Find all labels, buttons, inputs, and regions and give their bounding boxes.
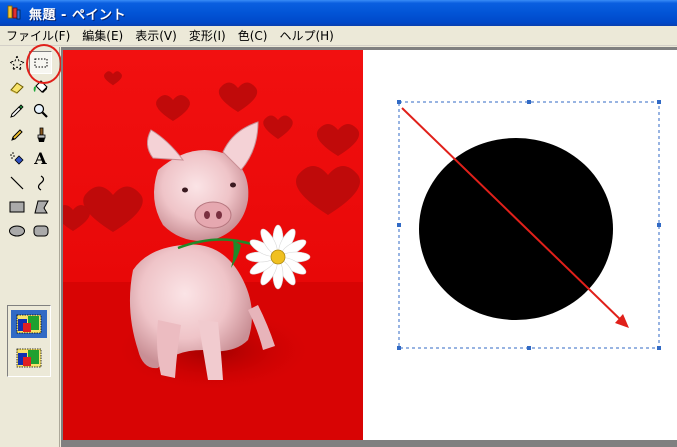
- free-select-icon: [8, 54, 25, 71]
- rounded-rectangle-icon: [33, 225, 48, 236]
- ellipse-icon: [8, 225, 25, 236]
- canvas-shapes: [397, 100, 661, 350]
- line-tool[interactable]: [5, 171, 28, 194]
- brush-icon: [37, 127, 45, 142]
- line-icon: [10, 176, 23, 189]
- menu-bar: ファイル(F) 編集(E) 表示(V) 変形(I) 色(C) ヘルプ(H): [0, 26, 677, 46]
- annotation-circle: [26, 44, 62, 84]
- text-tool[interactable]: A: [29, 147, 52, 170]
- pencil-tool[interactable]: [5, 123, 28, 146]
- polygon-icon: [33, 200, 49, 213]
- toolbox: A: [0, 47, 60, 447]
- eraser-icon: [9, 81, 24, 94]
- eraser-tool[interactable]: [5, 75, 28, 98]
- airbrush-tool[interactable]: [5, 147, 28, 170]
- menu-edit[interactable]: 編集(E): [76, 27, 129, 45]
- transparent-selection-icon: [16, 348, 42, 368]
- eyedropper-icon: [9, 103, 24, 118]
- polygon-tool[interactable]: [29, 195, 52, 218]
- rectangle-icon: [9, 201, 24, 212]
- title-bar[interactable]: 無題 - ペイント: [0, 0, 677, 26]
- transparent-selection-option[interactable]: [11, 344, 47, 372]
- magnifier-icon: [33, 103, 48, 118]
- menu-help[interactable]: ヘルプ(H): [273, 27, 339, 45]
- brush-tool[interactable]: [29, 123, 52, 146]
- menu-image[interactable]: 変形(I): [183, 27, 232, 45]
- window-title: 無題 - ペイント: [29, 7, 126, 23]
- rectangle-tool[interactable]: [5, 195, 28, 218]
- black-ellipse: [419, 138, 613, 320]
- paint-app-icon[interactable]: [5, 4, 23, 22]
- paint-window: 無題 - ペイント ファイル(F) 編集(E) 表示(V) 変形(I) 色(C)…: [0, 0, 677, 447]
- curve-icon: [37, 174, 44, 191]
- menu-view[interactable]: 表示(V): [129, 27, 183, 45]
- pick-color-tool[interactable]: [5, 99, 28, 122]
- tool-options-box: [7, 305, 51, 377]
- airbrush-icon: [9, 151, 24, 165]
- free-form-select-tool[interactable]: [5, 51, 28, 74]
- canvas-bottom-edge: [61, 441, 677, 447]
- rounded-rectangle-tool[interactable]: [29, 219, 52, 242]
- opaque-selection-icon: [16, 314, 42, 334]
- drawing-canvas[interactable]: [63, 50, 677, 440]
- curve-tool[interactable]: [29, 171, 52, 194]
- canvas-area[interactable]: [61, 47, 677, 447]
- magnifier-tool[interactable]: [29, 99, 52, 122]
- ellipse-tool[interactable]: [5, 219, 28, 242]
- menu-colors[interactable]: 色(C): [232, 27, 274, 45]
- menu-file[interactable]: ファイル(F): [0, 27, 76, 45]
- opaque-selection-option[interactable]: [11, 310, 47, 338]
- pencil-icon: [10, 128, 23, 141]
- text-icon: A: [34, 149, 47, 168]
